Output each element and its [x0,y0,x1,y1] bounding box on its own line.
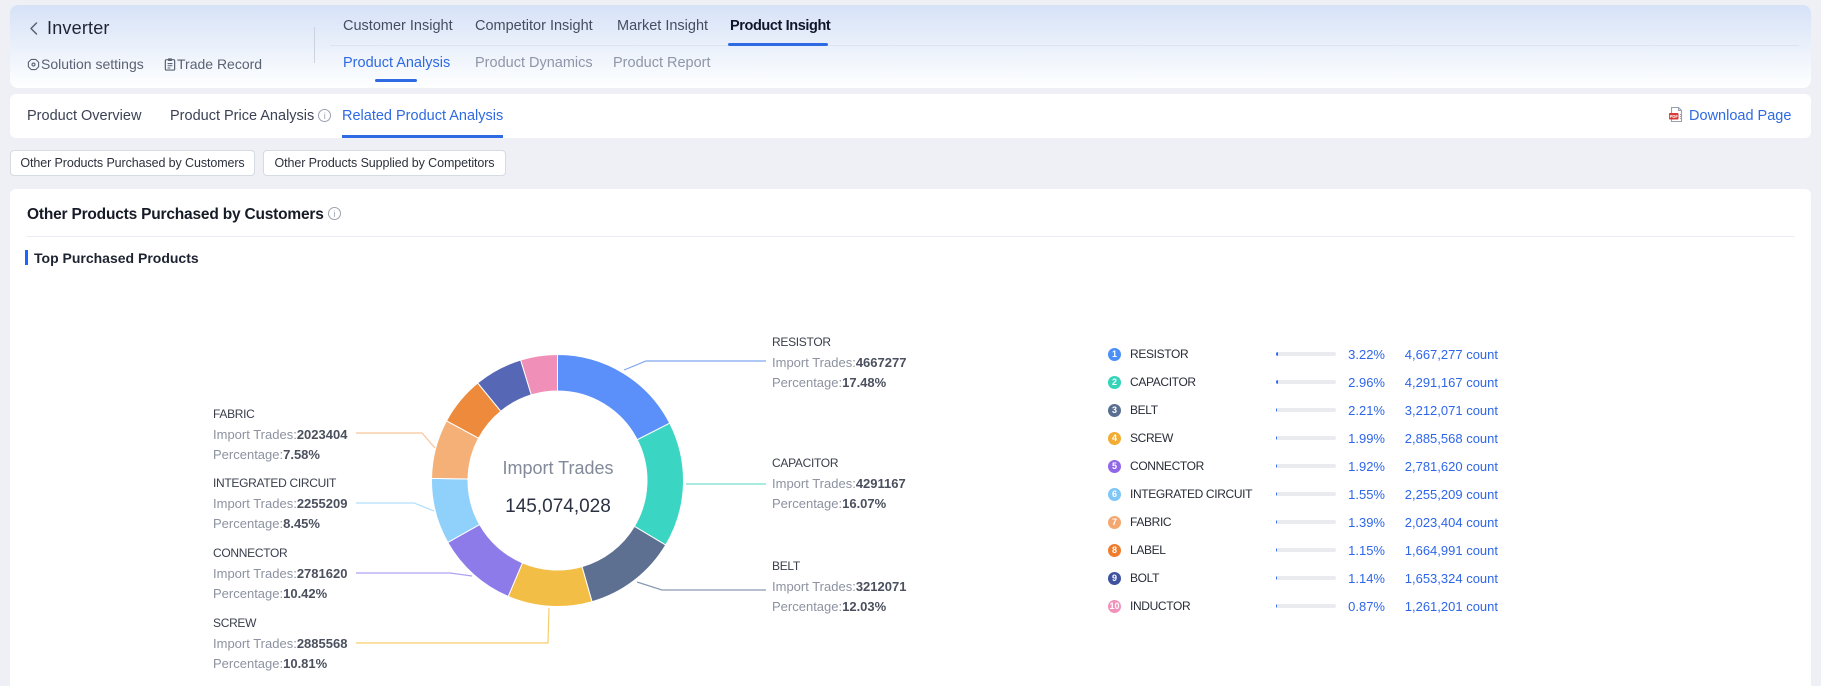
svg-text:PDF: PDF [1670,114,1679,119]
